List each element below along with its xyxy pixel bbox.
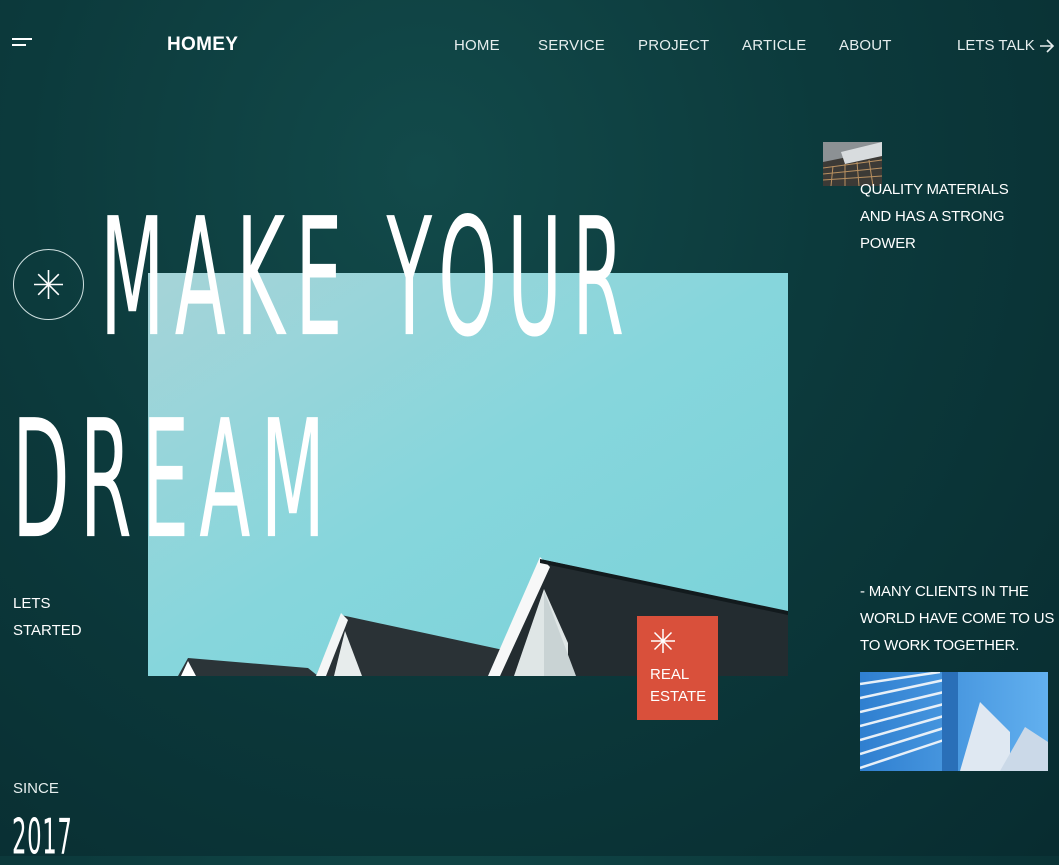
since-year: 2017 [12,808,73,865]
since-label: SINCE [13,780,59,797]
nav-home[interactable]: HOME [454,37,500,54]
logo[interactable]: HOMEY [167,34,238,56]
badge-line2: ESTATE [650,688,707,705]
nav-article[interactable]: ARTICLE [742,37,806,54]
quality-text: QUALITY MATERIALS AND HAS A STRONG POWER [860,181,1009,252]
asterisk-icon [34,270,63,299]
lets-started-line1: LETS [13,595,51,612]
arrow-right-icon [1039,38,1054,53]
badge-line1: REAL [650,666,690,683]
headline-line-2: DREAM [12,383,336,576]
asterisk-circle-button[interactable] [13,249,84,320]
headline-line-1: MAKE YOUR [100,181,635,374]
lets-started-line2: STARTED [13,622,82,639]
nav-project[interactable]: PROJECT [638,37,709,54]
menu-icon[interactable] [12,38,34,50]
nav-service[interactable]: SERVICE [538,37,605,54]
lets-talk-link[interactable]: LETS TALK [957,37,1055,54]
real-estate-badge: REAL ESTATE [637,616,718,720]
clients-text: - MANY CLIENTS IN THE WORLD HAVE COME TO… [860,583,1055,654]
asterisk-icon [651,629,675,653]
nav-about[interactable]: ABOUT [839,37,892,54]
lets-talk-label: LETS TALK [957,37,1035,54]
lets-started-link[interactable]: LETS STARTED [13,590,82,644]
building-thumbnail-bottom [860,672,1048,771]
